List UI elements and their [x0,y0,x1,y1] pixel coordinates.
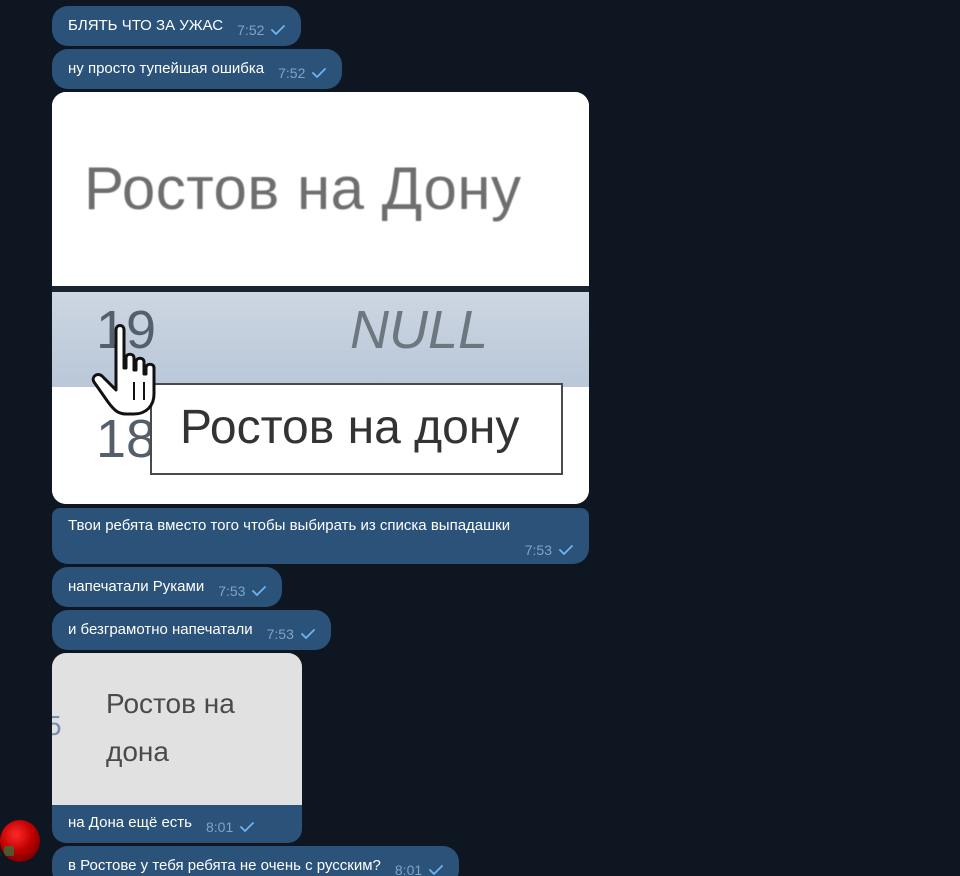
message-time: 7:52 [278,65,306,81]
check-icon [252,586,267,596]
check-icon [559,545,573,555]
message-text: в Ростове у тебя ребята не очень с русск… [68,857,381,874]
message-time: 7:53 [218,583,246,599]
photo-top-section: Ростов на Дону [52,92,589,286]
check-icon [312,68,327,78]
message-meta: 7:52 [237,21,286,39]
message-time: 7:53 [524,542,552,558]
check-icon [240,822,255,832]
photo-prefix: 5 [52,710,62,741]
message-text: напечатали Руками [68,578,205,595]
hand-cursor-icon [91,324,156,416]
message-text: на Дона ещё есть [68,814,192,831]
message-meta: 8:01 [205,818,255,836]
photo-caption: на Дона ещё есть 8:01 [68,814,255,835]
check-icon [271,25,286,35]
message-text: ну просто тупейшая ошибка [68,60,265,77]
message-bubble[interactable]: напечатали Руками 7:53 [52,567,283,607]
message-text: Твои ребята вместо того чтобы выбирать и… [68,517,511,534]
photo-line-2: дона [106,736,169,767]
message-time: 7:53 [266,626,294,642]
message-text: и безграмотно напечатали [68,621,253,638]
check-icon [429,865,444,875]
photo-image: 5 Ростов на дона [52,653,302,805]
photo-top-text: Ростов на Дону [84,155,522,222]
message-time: 8:01 [205,819,234,835]
message-meta: 7:53 [525,541,573,559]
check-icon [300,629,315,639]
user-avatar[interactable] [0,820,40,862]
message-text: БЛЯТЬ ЧТО ЗА УЖАС [68,17,224,34]
message-bubble[interactable]: БЛЯТЬ ЧТО ЗА УЖАС 7:52 [52,6,302,46]
photo-line-1: Ростов на [106,688,235,719]
message-meta: 8:01 [394,861,444,876]
message-meta: 7:52 [278,64,327,82]
chat-area: БЛЯТЬ ЧТО ЗА УЖАС 7:52 ну просто тупейша… [0,0,960,876]
avatar-detail [4,846,14,856]
message-time: 8:01 [394,862,423,876]
message-bubble[interactable]: ну просто тупейшая ошибка 7:52 [52,49,343,89]
tooltip-box: Ростов на дону [150,383,563,475]
message-bubble[interactable]: Твои ребята вместо того чтобы выбирать и… [52,508,589,564]
photo-message[interactable]: Ростов на Дону 19 NULL 18 Ростов на дону [52,92,589,504]
tooltip-text: Ростов на дону [180,401,520,454]
message-time: 7:52 [237,22,265,38]
message-meta: 7:53 [218,582,267,600]
message-meta: 7:53 [267,625,315,643]
message-bubble[interactable]: и безграмотно напечатали 7:53 [52,610,331,650]
photo-message[interactable]: 5 Ростов на дона на Дона ещё есть 8:01 [52,653,302,843]
null-text: NULL [350,300,489,360]
message-bubble[interactable]: в Ростове у тебя ребята не очень с русск… [52,846,460,876]
